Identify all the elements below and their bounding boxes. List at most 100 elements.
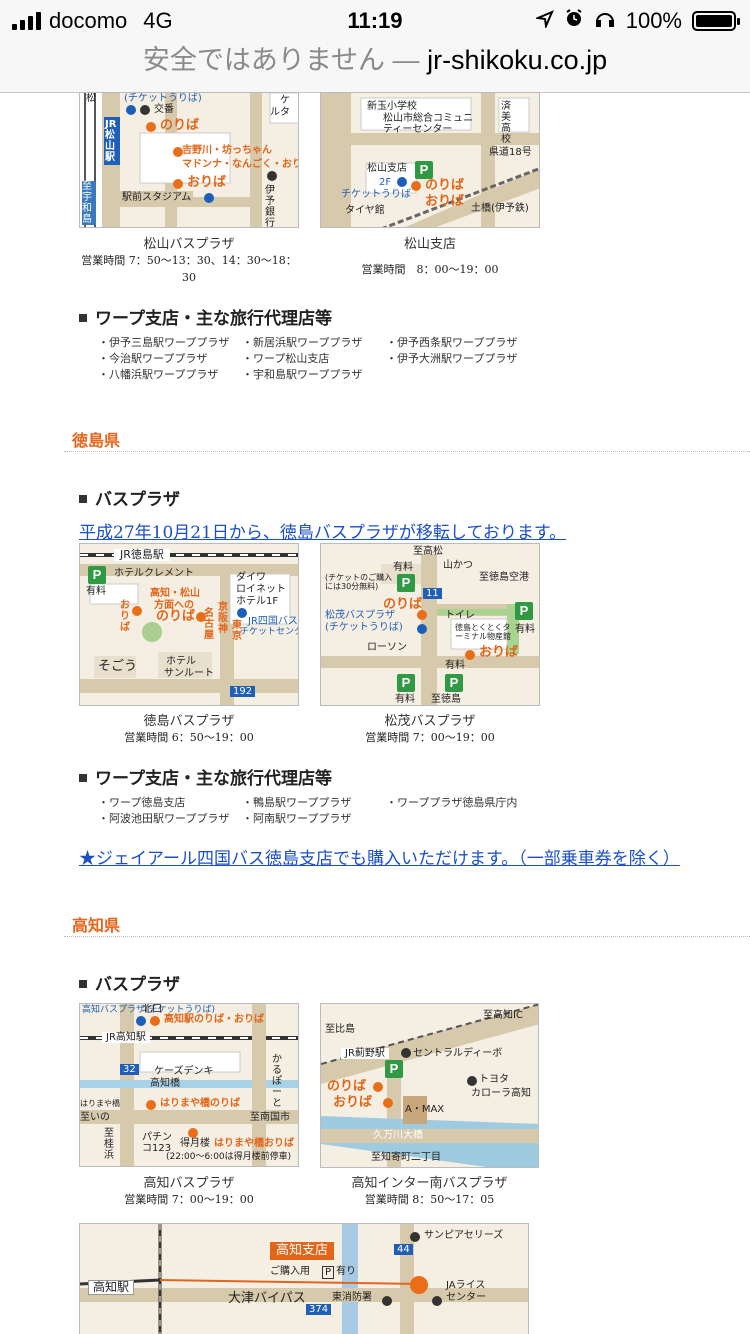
business-hours: 営業時間 7：00〜19：00 (365, 731, 495, 744)
map-label: 徳島とくとくターミナル物産館 (455, 623, 511, 641)
map-label: JR四国バス (248, 616, 298, 627)
map-label: のりば (425, 178, 465, 193)
parking-icon: P (322, 1266, 335, 1279)
map-label: ケーズデンキ (154, 1066, 214, 1077)
route-sign: 374 (306, 1304, 332, 1315)
battery-percent: 100% (625, 8, 682, 33)
map-label: 至比島 (325, 1024, 355, 1035)
map-label: ホテル (166, 656, 196, 667)
branch-link[interactable]: ★ジェイアール四国バス徳島支店でも購入いただけます。（一部乗車券を除く） (79, 844, 680, 869)
ja-marker (432, 1296, 442, 1306)
map-kochi-inter-south: 至高知IC 至比島 JR薊野駅 セントラルディーボ P のりば おりば トヨタ … (320, 1003, 539, 1168)
ticket-marker (136, 1016, 146, 1026)
map-label: 至宇和島 (82, 181, 96, 225)
map-matsushige-bus-plaza: 至高松 有料 山かつ 至徳島空港 (チケットのご購入には30分無料) P 11 … (320, 543, 540, 706)
map-label: ホテルクレメント (114, 568, 194, 579)
noriba-marker (417, 610, 427, 620)
map-label: のりば (160, 118, 200, 133)
map-kochi-branch: 高知駅 高知支店 ご購入用 P 有り 大津バイパス サンピアセリーズ 44 JA… (79, 1223, 529, 1334)
section-heading: バスプラザ (79, 970, 180, 995)
map-label: 山かつ (443, 560, 473, 571)
map-kochi-bus-plaza: 高知バスプラザ(チケットうりば) 北口 高知駅のりば・おりば JR高知駅 32 … (79, 1003, 299, 1167)
route-sign: 32 (120, 1064, 139, 1075)
map-label: 伊予銀行 (265, 185, 275, 228)
business-hours: 営業時間 8：00〜19：00 (361, 263, 499, 276)
map-matsuyama-branch: 新玉小学校 松山市総合コミュニティーセンター 済美高校 松山支店 P 2F チケ… (320, 92, 540, 228)
map-label: 至徳島空港 (479, 572, 529, 583)
ticket-marker (397, 177, 407, 187)
map-label: 交番 (154, 104, 174, 115)
map-label: 有料 (86, 586, 106, 597)
oriba-marker (188, 1128, 198, 1138)
route-sign: 192 (230, 686, 256, 697)
divider (64, 451, 750, 452)
map-label: 有料 (393, 562, 413, 573)
map-caption: 高知インター南バスプラザ (351, 1176, 508, 1191)
map-label: 至桂浜 (104, 1128, 114, 1161)
insecure-warning: 安全ではありません — (142, 45, 420, 75)
route-sign: 44 (394, 1244, 413, 1255)
agency-list: ・ワープ徳島支店 ・鴨島駅ワーププラザ ・ワーププラザ徳島県庁内 ・阿波池田駅ワープ… (98, 796, 518, 825)
parking-icon: P (88, 566, 106, 584)
map-label: チケットうりば (341, 189, 411, 200)
map-label: おりば (425, 194, 465, 209)
oriba-marker (383, 1098, 393, 1108)
notice-link[interactable]: 平成27年10月21日から、徳島バスプラザが移転しております。 (79, 518, 566, 543)
map-label: はりまや橋 (80, 1099, 120, 1108)
map-label: (チケットうりば) (124, 93, 202, 104)
map-label: トイレ (445, 610, 475, 621)
map-label: 至南国市 (250, 1112, 290, 1123)
business-hours: 営業時間 7：00〜19：00 (124, 1193, 254, 1206)
map-label: 有料 (445, 660, 465, 671)
map-label: (22:00〜6:00は得月楼前停車) (166, 1152, 292, 1162)
agency-list: ・伊予三島駅ワーププラザ ・新居浜駅ワーププラザ ・伊予西条駅ワーププラザ ・今治駅… (98, 336, 518, 381)
section-heading: バスプラザ (79, 485, 180, 510)
map-label: ケ (280, 95, 290, 106)
business-hours: 営業時間 6：50〜19：00 (124, 731, 254, 744)
map-label: JR松山駅 (104, 117, 120, 165)
ticket-marker (237, 608, 247, 618)
map-label: のりば (327, 1079, 367, 1094)
map-label: 駅前スタジアム (120, 191, 194, 204)
central-marker (401, 1048, 411, 1058)
section-heading: ワープ支店・主な旅行代理店等 (79, 304, 332, 329)
map-label: セントラルディーボ (413, 1048, 503, 1059)
map-label: JR高知駅 (102, 1032, 150, 1043)
map-label: チケットセンター (240, 627, 298, 637)
divider (64, 936, 750, 937)
map-label: サンピアセリーズ (424, 1230, 504, 1241)
map-caption: 徳島バスプラザ (143, 714, 235, 729)
noriba-marker (173, 147, 183, 157)
map-label: 済美高校 (501, 101, 511, 145)
route-sign: 11 (423, 588, 442, 599)
business-hours: 営業時間 8：50〜17：05 (364, 1193, 495, 1206)
map-label: 高知支店 (270, 1242, 335, 1261)
bank-marker (267, 171, 277, 181)
map-label: サンルート (164, 668, 214, 679)
map-label: マドンナ・なんごく・おりば (182, 159, 299, 170)
map-label: はりまや橋おりば (214, 1138, 294, 1149)
parking-icon: P (397, 674, 415, 692)
map-tokushima-bus-plaza: JR徳島駅 P 有料 ホテルクレメント おりば 高知・松山 方面への のりば 名… (79, 543, 299, 706)
map-label: (チケットうりば) (325, 622, 403, 633)
oriba-marker (465, 650, 475, 660)
toyota-marker (467, 1076, 477, 1086)
map-label: 新玉小学校 (367, 101, 417, 112)
map-label: 吉野川・坊っちゃん (182, 145, 272, 156)
koban-marker (140, 105, 150, 115)
ticket-marker (126, 105, 136, 115)
map-label: ローソン (367, 642, 407, 653)
status-bar: docomo 4G 11:19 100% (0, 0, 750, 40)
map-label: タイヤ館 (345, 205, 385, 216)
map-label: はりまや橋のりば (160, 1098, 240, 1109)
address-bar[interactable]: 安全ではありません — jr-shikoku.co.jp (0, 40, 750, 93)
map-label: おりば (333, 1095, 373, 1110)
map-label: 至高松 (413, 546, 443, 557)
map-label: 高知駅 (88, 1280, 135, 1296)
noriba-marker (146, 122, 156, 132)
parking-icon: P (385, 1060, 403, 1078)
map-label: 高知橋 (150, 1078, 180, 1089)
map-label: センター (446, 1292, 486, 1303)
map-label: そごう (98, 659, 138, 674)
battery-icon (692, 11, 740, 31)
